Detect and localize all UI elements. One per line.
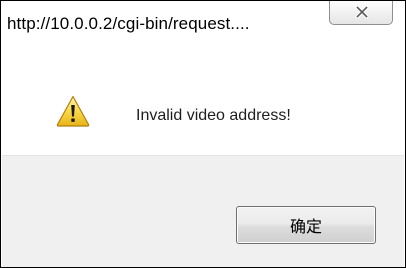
dialog-content: Invalid video address! <box>2 49 404 155</box>
dialog-titlebar: http://10.0.0.2/cgi-bin/request.... <box>1 1 405 49</box>
dialog-footer: 确定 <box>2 155 404 267</box>
close-icon <box>355 5 369 19</box>
close-button[interactable] <box>329 1 393 25</box>
dialog-title: http://10.0.0.2/cgi-bin/request.... <box>7 14 250 33</box>
alert-dialog: http://10.0.0.2/cgi-bin/request.... Inva… <box>0 0 406 268</box>
ok-button[interactable]: 确定 <box>236 206 376 244</box>
alert-message: Invalid video address! <box>136 107 291 124</box>
warning-icon <box>56 95 90 127</box>
